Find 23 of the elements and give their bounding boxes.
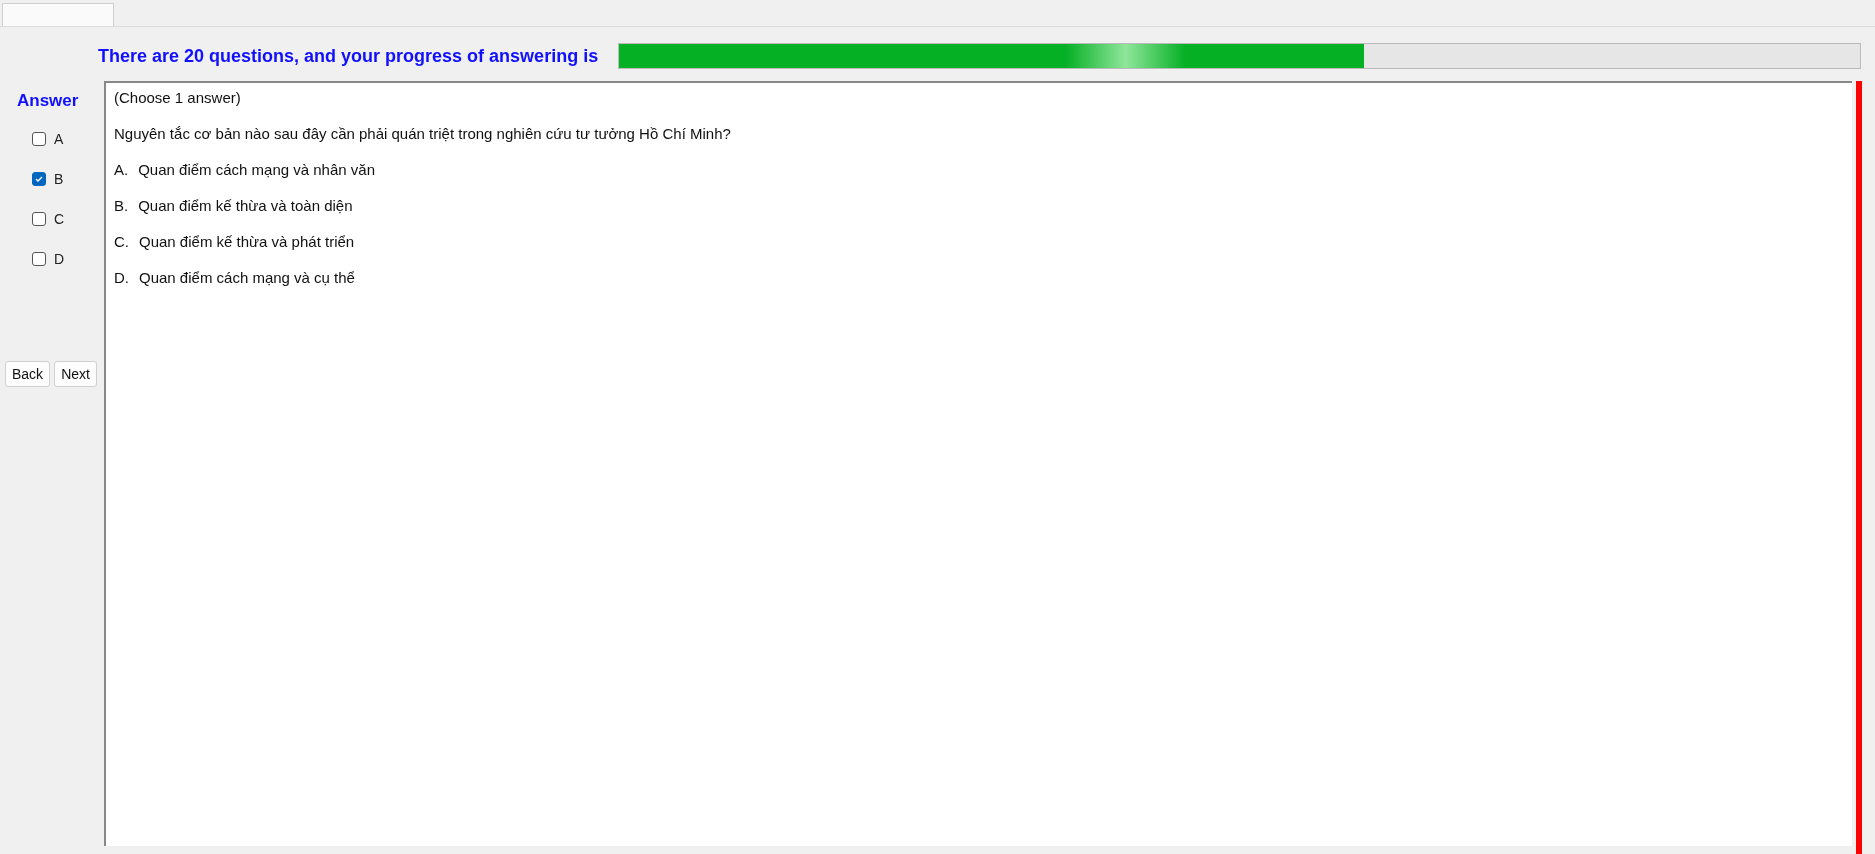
answer-checkbox[interactable] xyxy=(32,252,46,266)
instruction-text: (Choose 1 answer) xyxy=(114,89,242,106)
answer-checkbox[interactable] xyxy=(32,212,46,226)
checkmark-icon xyxy=(34,174,44,184)
back-button[interactable]: Back xyxy=(5,361,51,387)
question-text: Nguyên tắc cơ bản nào sau đây cần phải quán triệt trong nghiên cứu tư tưởng Hồ Chí Minh? xyxy=(114,125,732,142)
choice-text: Quan điểm kế thừa và toàn diện xyxy=(138,197,353,214)
next-button[interactable]: Next xyxy=(54,361,97,387)
choice-letter: D. xyxy=(114,269,129,286)
answer-checkbox[interactable] xyxy=(32,172,46,186)
choice-letter: C. xyxy=(114,233,129,250)
answer-heading: Answer xyxy=(17,91,79,111)
checkbox-label: A xyxy=(54,131,64,147)
choice-letter: A. xyxy=(114,161,129,178)
choice-text: Quan điểm kế thừa và phát triển xyxy=(139,233,355,250)
checkbox-label: C xyxy=(54,211,65,227)
choice-text: Quan điểm cách mạng và nhân văn xyxy=(138,161,375,178)
answer-checkbox[interactable] xyxy=(32,132,46,146)
checkbox-label: B xyxy=(54,171,64,187)
choice-text: Quan điểm cách mạng và cụ thể xyxy=(139,269,355,286)
progress-label: There are 20 questions, and your progress of answering is xyxy=(98,45,599,67)
checkbox-label: D xyxy=(54,251,65,267)
choice-letter: B. xyxy=(114,197,129,214)
